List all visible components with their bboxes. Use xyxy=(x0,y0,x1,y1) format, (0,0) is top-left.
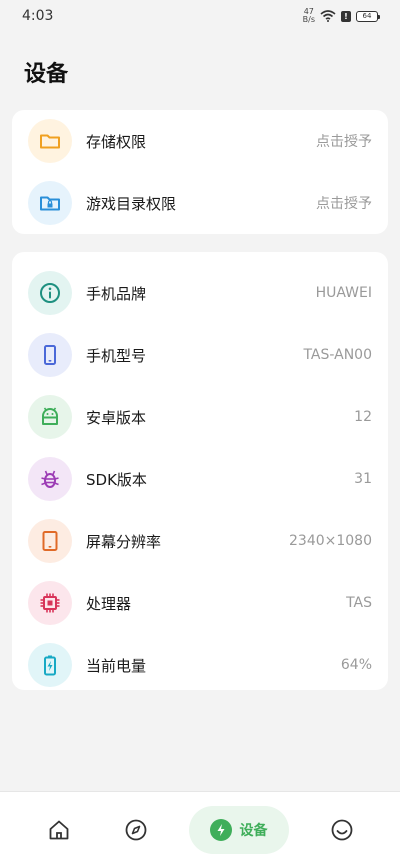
info-value: 12 xyxy=(354,409,372,425)
info-row-android: 安卓版本 12 xyxy=(12,386,388,448)
info-row-resolution: 屏幕分辨率 2340×1080 xyxy=(12,510,388,572)
bottom-nav: 设备 xyxy=(0,791,400,867)
chip-icon xyxy=(40,593,60,613)
info-value: 2340×1080 xyxy=(289,533,372,549)
icon-circle xyxy=(28,271,72,315)
tablet-icon xyxy=(42,531,58,551)
info-label: 处理器 xyxy=(86,594,132,613)
info-icon xyxy=(40,283,60,303)
info-label: 安卓版本 xyxy=(86,408,147,427)
permissions-card: 存储权限 点击授予 游戏目录权限 点击授予 xyxy=(12,110,388,234)
icon-circle xyxy=(28,519,72,563)
permission-row-game-dir[interactable]: 游戏目录权限 点击授予 xyxy=(12,172,388,234)
icon-circle xyxy=(28,119,72,163)
info-value: 31 xyxy=(354,471,372,487)
folder-icon xyxy=(40,134,60,149)
status-bar: 4:03 47 B/s ! 64 xyxy=(0,0,400,32)
battery-charging-icon xyxy=(44,655,56,676)
info-row-processor: 处理器 TAS xyxy=(12,572,388,634)
info-value: HUAWEI xyxy=(315,285,372,301)
info-row-brand: 手机品牌 HUAWEI xyxy=(12,262,388,324)
battery-icon: 64 xyxy=(356,10,380,22)
status-time: 4:03 xyxy=(22,8,54,24)
android-icon xyxy=(42,407,58,425)
nav-discover[interactable] xyxy=(112,806,160,854)
icon-circle xyxy=(28,333,72,377)
permission-label: 存储权限 xyxy=(86,132,147,151)
compass-icon xyxy=(125,819,146,840)
wifi-icon xyxy=(320,10,336,22)
icon-circle xyxy=(28,581,72,625)
info-label: 手机型号 xyxy=(86,346,147,365)
grant-permission-link[interactable]: 点击授予 xyxy=(316,131,372,151)
icon-circle xyxy=(28,457,72,501)
home-icon xyxy=(49,820,68,839)
alert-icon: ! xyxy=(341,10,351,22)
icon-circle xyxy=(28,395,72,439)
icon-circle xyxy=(28,643,72,687)
nav-home[interactable] xyxy=(35,806,83,854)
nav-device-label: 设备 xyxy=(239,822,268,839)
grant-permission-link[interactable]: 点击授予 xyxy=(316,193,372,213)
info-label: 手机品牌 xyxy=(86,284,147,303)
info-label: 当前电量 xyxy=(86,656,147,675)
info-value: TAS xyxy=(346,595,372,611)
smiley-icon xyxy=(331,819,352,840)
status-icons: 47 B/s ! 64 xyxy=(303,8,380,24)
permission-row-storage[interactable]: 存储权限 点击授予 xyxy=(12,110,388,172)
info-value: 64% xyxy=(340,657,372,673)
page-title: 设备 xyxy=(24,62,69,87)
bug-icon xyxy=(41,470,59,488)
info-row-battery: 当前电量 64% xyxy=(12,634,388,696)
battery-level: 64 xyxy=(362,12,372,20)
device-info-card: 手机品牌 HUAWEI 手机型号 TAS-AN00 安卓版本 12 SDK版本 … xyxy=(12,252,388,690)
info-row-sdk: SDK版本 31 xyxy=(12,448,388,510)
nav-profile[interactable] xyxy=(318,806,366,854)
phone-icon xyxy=(44,345,56,365)
info-label: 屏幕分辨率 xyxy=(86,532,162,551)
lightning-icon xyxy=(209,818,232,841)
icon-circle xyxy=(28,181,72,225)
folder-lock-icon xyxy=(40,196,60,211)
info-label: SDK版本 xyxy=(86,470,147,489)
info-row-model: 手机型号 TAS-AN00 xyxy=(12,324,388,386)
nav-device[interactable]: 设备 xyxy=(188,805,289,854)
network-speed-unit: B/s xyxy=(302,15,315,24)
permission-label: 游戏目录权限 xyxy=(86,194,177,213)
network-speed: 47 B/s xyxy=(303,8,315,24)
info-value: TAS-AN00 xyxy=(303,347,372,363)
